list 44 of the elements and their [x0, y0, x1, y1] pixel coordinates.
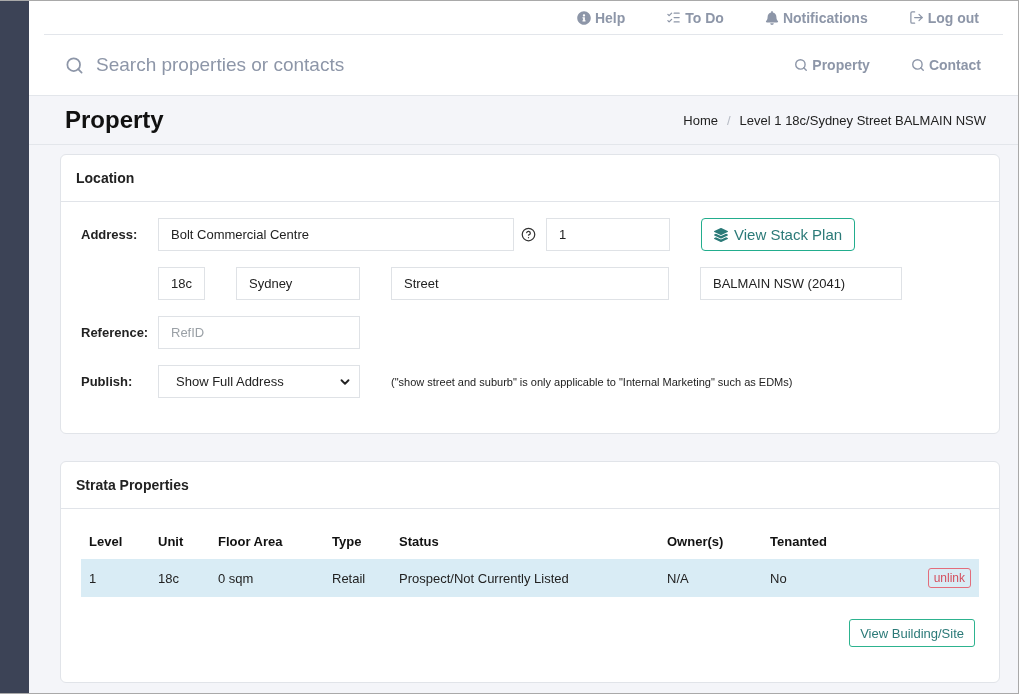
- view-stack-plan-button[interactable]: View Stack Plan: [701, 218, 856, 251]
- input-field[interactable]: BALMAIN NSW (2041): [700, 267, 902, 300]
- search-icon: [65, 55, 84, 75]
- column-header: Level: [81, 523, 150, 559]
- card-title: Location: [76, 170, 135, 186]
- logout-icon: [908, 10, 924, 25]
- input-field[interactable]: 1: [546, 218, 670, 251]
- column-header: Owner(s): [659, 523, 762, 559]
- breadcrumb-link[interactable]: Home: [683, 112, 718, 128]
- column-header: Status: [391, 523, 659, 559]
- table-cell: 18c: [150, 559, 210, 597]
- input-field[interactable]: 18c: [158, 267, 205, 300]
- checklist-icon: [666, 10, 682, 25]
- card-title: Strata Properties: [76, 477, 189, 493]
- table-cell: 0 sqm: [210, 559, 324, 597]
- search-field[interactable]: Search properties or contacts: [96, 50, 516, 80]
- table-cell: 1: [81, 559, 150, 597]
- view-building-button[interactable]: View Building/Site: [849, 619, 975, 647]
- search-icon: [794, 58, 809, 72]
- breadcrumb-current: Level 1 18c/Sydney Street BALMAIN NSW: [739, 112, 986, 128]
- input-field[interactable]: Street: [391, 267, 669, 300]
- column-header: Floor Area: [210, 523, 324, 559]
- layers-icon: [714, 227, 728, 242]
- page-title: Property: [65, 106, 164, 134]
- publish-note: ("show street and suburb" is only applicable to "Internal Marketing" such as EDMs): [391, 375, 793, 388]
- bell-icon: [764, 10, 779, 25]
- info-icon: [576, 10, 591, 25]
- input-field[interactable]: RefID: [158, 316, 360, 349]
- table-cell: Prospect/Not Currently Listed: [391, 559, 659, 597]
- table-cell: Retail: [324, 559, 391, 597]
- publish-select[interactable]: Show Full Address: [158, 365, 360, 398]
- column-header: Type: [324, 523, 391, 559]
- table-cell: No: [762, 559, 900, 597]
- column-header: Unit: [150, 523, 210, 559]
- help-icon[interactable]: [521, 227, 536, 242]
- field-label: Reference:: [81, 325, 150, 340]
- input-field[interactable]: Sydney: [236, 267, 360, 300]
- input-field[interactable]: Bolt Commercial Centre: [158, 218, 514, 251]
- table-cell: N/A: [659, 559, 762, 597]
- field-label: Publish:: [81, 374, 134, 389]
- search-icon: [910, 58, 925, 72]
- column-header: Tenanted: [762, 523, 900, 559]
- breadcrumb-separator: /: [727, 112, 731, 128]
- field-label: Address:: [81, 227, 139, 242]
